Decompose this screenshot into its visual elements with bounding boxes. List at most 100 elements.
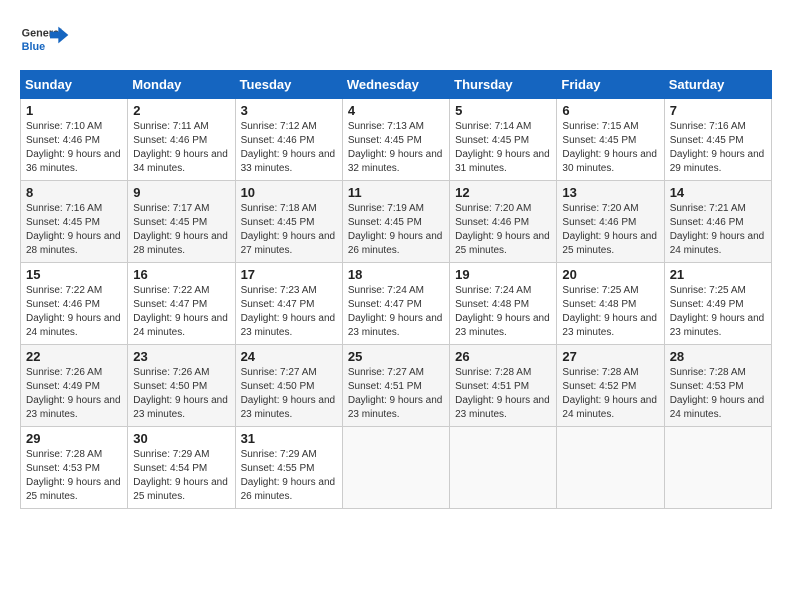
calendar-cell: 10Sunrise: 7:18 AMSunset: 4:45 PMDayligh… — [235, 181, 342, 263]
calendar-cell: 27 Sunrise: 7:28 AMSunset: 4:52 PMDayligh… — [557, 345, 664, 427]
calendar-cell: 6 Sunrise: 7:15 AMSunset: 4:45 PMDaylight… — [557, 99, 664, 181]
calendar-cell: 26 Sunrise: 7:28 AMSunset: 4:51 PMDayligh… — [450, 345, 557, 427]
calendar-cell: 5 Sunrise: 7:14 AMSunset: 4:45 PMDaylight… — [450, 99, 557, 181]
day-info: Sunrise: 7:24 AMSunset: 4:47 PMDaylight:… — [348, 284, 444, 340]
day-number: 16 — [133, 267, 229, 282]
day-info: Sunrise: 7:20 AMSunset: 4:46 PMDaylight:… — [455, 202, 551, 258]
day-number: 21 — [670, 267, 766, 282]
calendar-cell: 29 Sunrise: 7:28 AMSunset: 4:53 PMDayligh… — [21, 427, 128, 509]
day-info: Sunrise: 7:26 AMSunset: 4:49 PMDaylight:… — [26, 366, 122, 422]
calendar-cell: 23 Sunrise: 7:26 AMSunset: 4:50 PMDayligh… — [128, 345, 235, 427]
day-info: Sunrise: 7:28 AMSunset: 4:53 PMDaylight:… — [26, 448, 122, 504]
calendar-cell: 11 Sunrise: 7:19 AMSunset: 4:45 PMDayligh… — [342, 181, 449, 263]
logo-icon: General Blue — [20, 20, 70, 60]
calendar-cell: 19 Sunrise: 7:24 AMSunset: 4:48 PMDayligh… — [450, 263, 557, 345]
day-info: Sunrise: 7:16 AMSunset: 4:45 PMDaylight:… — [670, 120, 766, 176]
day-info: Sunrise: 7:26 AMSunset: 4:50 PMDaylight:… — [133, 366, 229, 422]
day-number: 4 — [348, 103, 444, 118]
day-number: 25 — [348, 349, 444, 364]
calendar-cell: 31 Sunrise: 7:29 AMSunset: 4:55 PMDayligh… — [235, 427, 342, 509]
day-number: 23 — [133, 349, 229, 364]
day-number: 29 — [26, 431, 122, 446]
calendar-week-row: 29 Sunrise: 7:28 AMSunset: 4:53 PMDayligh… — [21, 427, 772, 509]
day-number: 18 — [348, 267, 444, 282]
calendar-cell — [557, 427, 664, 509]
day-number: 24 — [241, 349, 337, 364]
calendar-cell: 14 Sunrise: 7:21 AMSunset: 4:46 PMDayligh… — [664, 181, 771, 263]
day-info: Sunrise: 7:19 AMSunset: 4:45 PMDaylight:… — [348, 202, 444, 258]
calendar-cell: 8 Sunrise: 7:16 AMSunset: 4:45 PMDaylight… — [21, 181, 128, 263]
day-number: 20 — [562, 267, 658, 282]
day-info: Sunrise: 7:28 AMSunset: 4:53 PMDaylight:… — [670, 366, 766, 422]
day-info: Sunrise: 7:20 AMSunset: 4:46 PMDaylight:… — [562, 202, 658, 258]
page-header: General Blue — [20, 20, 772, 60]
day-number: 17 — [241, 267, 337, 282]
calendar-day-header: Tuesday — [235, 71, 342, 99]
day-info: Sunrise: 7:16 AMSunset: 4:45 PMDaylight:… — [26, 202, 122, 258]
calendar-week-row: 1 Sunrise: 7:10 AMSunset: 4:46 PMDaylight… — [21, 99, 772, 181]
calendar-week-row: 8 Sunrise: 7:16 AMSunset: 4:45 PMDaylight… — [21, 181, 772, 263]
day-info: Sunrise: 7:11 AMSunset: 4:46 PMDaylight:… — [133, 120, 229, 176]
day-info: Sunrise: 7:10 AMSunset: 4:46 PMDaylight:… — [26, 120, 122, 176]
day-info: Sunrise: 7:28 AMSunset: 4:52 PMDaylight:… — [562, 366, 658, 422]
calendar-cell: 17 Sunrise: 7:23 AMSunset: 4:47 PMDayligh… — [235, 263, 342, 345]
calendar-day-header: Sunday — [21, 71, 128, 99]
day-info: Sunrise: 7:29 AMSunset: 4:54 PMDaylight:… — [133, 448, 229, 504]
calendar-cell: 12 Sunrise: 7:20 AMSunset: 4:46 PMDayligh… — [450, 181, 557, 263]
day-number: 27 — [562, 349, 658, 364]
calendar-cell: 28 Sunrise: 7:28 AMSunset: 4:53 PMDayligh… — [664, 345, 771, 427]
day-number: 6 — [562, 103, 658, 118]
day-info: Sunrise: 7:14 AMSunset: 4:45 PMDaylight:… — [455, 120, 551, 176]
day-info: Sunrise: 7:18 AMSunset: 4:45 PMDaylight:… — [241, 202, 337, 258]
day-number: 12 — [455, 185, 551, 200]
calendar-cell — [450, 427, 557, 509]
day-info: Sunrise: 7:22 AMSunset: 4:47 PMDaylight:… — [133, 284, 229, 340]
logo: General Blue — [20, 20, 70, 60]
day-info: Sunrise: 7:25 AMSunset: 4:48 PMDaylight:… — [562, 284, 658, 340]
day-info: Sunrise: 7:23 AMSunset: 4:47 PMDaylight:… — [241, 284, 337, 340]
day-info: Sunrise: 7:21 AMSunset: 4:46 PMDaylight:… — [670, 202, 766, 258]
day-info: Sunrise: 7:28 AMSunset: 4:51 PMDaylight:… — [455, 366, 551, 422]
calendar-week-row: 15Sunrise: 7:22 AMSunset: 4:46 PMDayligh… — [21, 263, 772, 345]
calendar-cell: 25 Sunrise: 7:27 AMSunset: 4:51 PMDayligh… — [342, 345, 449, 427]
day-info: Sunrise: 7:29 AMSunset: 4:55 PMDaylight:… — [241, 448, 337, 504]
day-number: 15 — [26, 267, 122, 282]
day-info: Sunrise: 7:24 AMSunset: 4:48 PMDaylight:… — [455, 284, 551, 340]
calendar-cell: 4 Sunrise: 7:13 AMSunset: 4:45 PMDaylight… — [342, 99, 449, 181]
day-number: 22 — [26, 349, 122, 364]
day-number: 30 — [133, 431, 229, 446]
day-number: 26 — [455, 349, 551, 364]
day-info: Sunrise: 7:25 AMSunset: 4:49 PMDaylight:… — [670, 284, 766, 340]
day-number: 13 — [562, 185, 658, 200]
day-number: 3 — [241, 103, 337, 118]
day-info: Sunrise: 7:13 AMSunset: 4:45 PMDaylight:… — [348, 120, 444, 176]
day-number: 2 — [133, 103, 229, 118]
calendar-cell: 18 Sunrise: 7:24 AMSunset: 4:47 PMDayligh… — [342, 263, 449, 345]
calendar-cell: 1 Sunrise: 7:10 AMSunset: 4:46 PMDaylight… — [21, 99, 128, 181]
svg-text:Blue: Blue — [22, 41, 45, 53]
calendar-cell: 2 Sunrise: 7:11 AMSunset: 4:46 PMDaylight… — [128, 99, 235, 181]
day-number: 5 — [455, 103, 551, 118]
calendar-header-row: SundayMondayTuesdayWednesdayThursdayFrid… — [21, 71, 772, 99]
day-info: Sunrise: 7:15 AMSunset: 4:45 PMDaylight:… — [562, 120, 658, 176]
day-number: 11 — [348, 185, 444, 200]
day-number: 31 — [241, 431, 337, 446]
calendar-cell — [664, 427, 771, 509]
calendar-day-header: Thursday — [450, 71, 557, 99]
calendar-day-header: Saturday — [664, 71, 771, 99]
day-number: 1 — [26, 103, 122, 118]
day-number: 14 — [670, 185, 766, 200]
calendar-cell: 20 Sunrise: 7:25 AMSunset: 4:48 PMDayligh… — [557, 263, 664, 345]
day-number: 19 — [455, 267, 551, 282]
calendar-day-header: Wednesday — [342, 71, 449, 99]
calendar-cell: 13 Sunrise: 7:20 AMSunset: 4:46 PMDayligh… — [557, 181, 664, 263]
calendar-cell: 3 Sunrise: 7:12 AMSunset: 4:46 PMDaylight… — [235, 99, 342, 181]
calendar-table: SundayMondayTuesdayWednesdayThursdayFrid… — [20, 70, 772, 509]
day-info: Sunrise: 7:27 AMSunset: 4:51 PMDaylight:… — [348, 366, 444, 422]
calendar-day-header: Monday — [128, 71, 235, 99]
day-number: 28 — [670, 349, 766, 364]
calendar-cell: 21 Sunrise: 7:25 AMSunset: 4:49 PMDayligh… — [664, 263, 771, 345]
calendar-cell: 30 Sunrise: 7:29 AMSunset: 4:54 PMDayligh… — [128, 427, 235, 509]
day-info: Sunrise: 7:12 AMSunset: 4:46 PMDaylight:… — [241, 120, 337, 176]
day-number: 8 — [26, 185, 122, 200]
